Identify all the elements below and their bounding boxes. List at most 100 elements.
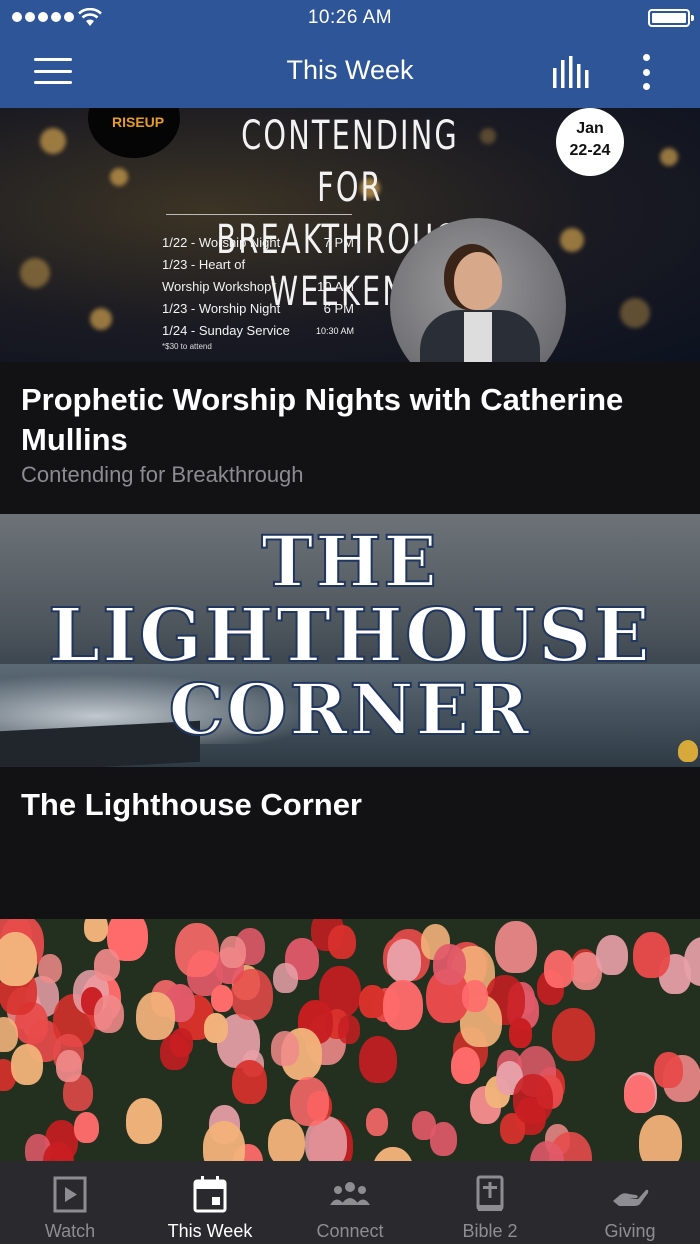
page-title: This Week bbox=[286, 55, 414, 85]
tulip-flower bbox=[56, 1050, 82, 1083]
schedule-label: 1/23 - Heart of bbox=[162, 257, 246, 272]
lighthouse-banner-image: THE LIGHTHOUSE CORNER bbox=[0, 514, 700, 767]
event-banner-image: RISEUP CONTENDING FOR BREAKTHROUGH WEEKE… bbox=[0, 108, 700, 362]
schedule-row: 1/22 - Worship Night 7 PM bbox=[162, 232, 354, 254]
schedule-label: 1/24 - Sunday Service bbox=[162, 323, 290, 338]
tab-connect[interactable]: Connect bbox=[280, 1161, 420, 1244]
tab-label: Bible 2 bbox=[462, 1221, 518, 1241]
tab-this-week[interactable]: This Week bbox=[140, 1161, 280, 1244]
event-schedule: 1/22 - Worship Night 7 PM 1/23 - Heart of… bbox=[162, 232, 354, 352]
bible-icon bbox=[476, 1175, 504, 1211]
banner-line-1: THE bbox=[260, 520, 439, 603]
feed-card[interactable] bbox=[0, 919, 700, 1161]
tulip-flower bbox=[432, 944, 466, 986]
tulip-flower bbox=[211, 984, 234, 1013]
people-icon bbox=[330, 1182, 370, 1205]
tulip-flower bbox=[450, 1047, 481, 1085]
schedule-footnote: *$30 to attend bbox=[162, 342, 212, 351]
menu-button[interactable] bbox=[34, 58, 72, 84]
date-badge: Jan 22-24 bbox=[556, 108, 624, 176]
tulip-flower bbox=[175, 922, 219, 978]
more-dot-icon bbox=[642, 68, 650, 76]
tulip-field-image bbox=[0, 919, 700, 1161]
card-title: Prophetic Worship Nights with Catherine … bbox=[21, 382, 624, 457]
tulip-flower bbox=[359, 984, 386, 1018]
content-feed[interactable]: RISEUP CONTENDING FOR BREAKTHROUGH WEEKE… bbox=[0, 108, 700, 1161]
emblem-icon bbox=[678, 740, 698, 762]
tulip-flower bbox=[231, 968, 273, 1021]
tulip-flower bbox=[495, 921, 537, 974]
menu-icon-line bbox=[34, 69, 72, 73]
calendar-icon bbox=[193, 1176, 227, 1213]
tulip-flower bbox=[359, 1035, 398, 1084]
tulip-flower bbox=[267, 1118, 306, 1161]
schedule-time: 7 PM bbox=[323, 235, 354, 250]
tab-label: Giving bbox=[604, 1221, 656, 1241]
banner-line-3: CORNER bbox=[168, 668, 532, 751]
battery-icon bbox=[648, 9, 694, 27]
card-text: Prophetic Worship Nights with Catherine … bbox=[0, 362, 700, 488]
tulip-flower bbox=[94, 995, 125, 1034]
tab-label: Connect bbox=[316, 1221, 384, 1241]
tulip-flower bbox=[220, 936, 246, 968]
divider bbox=[166, 214, 352, 215]
bottom-tab-bar: Watch This Week Connect Bible 2 Giving bbox=[0, 1161, 700, 1244]
tulip-flower bbox=[73, 1111, 99, 1144]
tulip-flower bbox=[412, 1110, 436, 1141]
tab-giving[interactable]: Giving bbox=[560, 1161, 700, 1244]
riseup-logo-text: RISEUP bbox=[112, 114, 165, 130]
schedule-row: Worship Workshop* 10 AM bbox=[162, 276, 354, 298]
tulip-flower bbox=[386, 938, 422, 982]
tulip-flower bbox=[203, 1012, 228, 1043]
schedule-time: 10:30 AM bbox=[315, 326, 354, 336]
tulip-flower bbox=[0, 932, 38, 987]
banner-line-2: LIGHTHOUSE bbox=[47, 593, 652, 679]
tulip-flower bbox=[624, 1074, 655, 1113]
tulip-flower bbox=[10, 1044, 44, 1086]
menu-icon-line bbox=[34, 81, 72, 84]
tulip-flower bbox=[169, 1028, 193, 1058]
tulip-flower bbox=[136, 991, 175, 1041]
tulip-flower bbox=[83, 919, 108, 943]
tulip-flower bbox=[595, 934, 629, 975]
card-text: The Lighthouse Corner bbox=[0, 767, 700, 825]
tab-label: Watch bbox=[44, 1221, 96, 1241]
tulip-flower bbox=[638, 1115, 683, 1161]
tulip-flower bbox=[271, 1031, 299, 1066]
event-headline-line-1: CONTENDING FOR bbox=[241, 113, 459, 211]
more-dot-icon bbox=[642, 83, 650, 90]
schedule-time: 6 PM bbox=[323, 301, 354, 316]
tulip-flower bbox=[337, 1015, 361, 1044]
more-dot-icon bbox=[642, 54, 650, 61]
riseup-logo: RISEUP bbox=[88, 108, 180, 158]
feed-card[interactable]: THE LIGHTHOUSE CORNER The Lighthouse Cor… bbox=[0, 514, 700, 919]
date-badge-month: Jan bbox=[576, 120, 604, 137]
more-options-button[interactable] bbox=[636, 54, 656, 90]
date-badge-days: 22-24 bbox=[569, 142, 611, 159]
audio-bars-icon[interactable] bbox=[552, 56, 592, 88]
menu-icon-line bbox=[34, 58, 72, 61]
card-subtitle: Contending for Breakthrough bbox=[21, 462, 304, 487]
feed-card[interactable]: RISEUP CONTENDING FOR BREAKTHROUGH WEEKE… bbox=[0, 108, 700, 514]
tulip-flower bbox=[461, 980, 488, 1013]
tab-label: This Week bbox=[167, 1221, 253, 1241]
tulip-flower bbox=[290, 1077, 330, 1127]
status-time: 10:26 AM bbox=[307, 7, 393, 28]
tulip-flower bbox=[328, 924, 356, 960]
schedule-label: 1/23 - Worship Night bbox=[162, 301, 281, 316]
top-bar: 10:26 AM This Week bbox=[0, 0, 700, 108]
tulip-flower bbox=[365, 1108, 389, 1137]
tulip-flower bbox=[654, 1051, 683, 1088]
tab-watch[interactable]: Watch bbox=[0, 1161, 140, 1244]
tulip-flower bbox=[551, 1007, 595, 1062]
tulip-flower bbox=[231, 1060, 267, 1105]
tab-bible[interactable]: Bible 2 bbox=[420, 1161, 560, 1244]
play-icon bbox=[53, 1176, 87, 1213]
hand-icon bbox=[613, 1189, 649, 1206]
schedule-row: 1/24 - Sunday Service 10:30 AM bbox=[162, 320, 354, 342]
card-title: The Lighthouse Corner bbox=[21, 787, 362, 822]
schedule-time: 10 AM bbox=[317, 279, 354, 294]
schedule-label: 1/22 - Worship Night bbox=[162, 235, 281, 250]
tulip-flower bbox=[543, 949, 574, 988]
schedule-label: Worship Workshop* bbox=[162, 279, 277, 294]
